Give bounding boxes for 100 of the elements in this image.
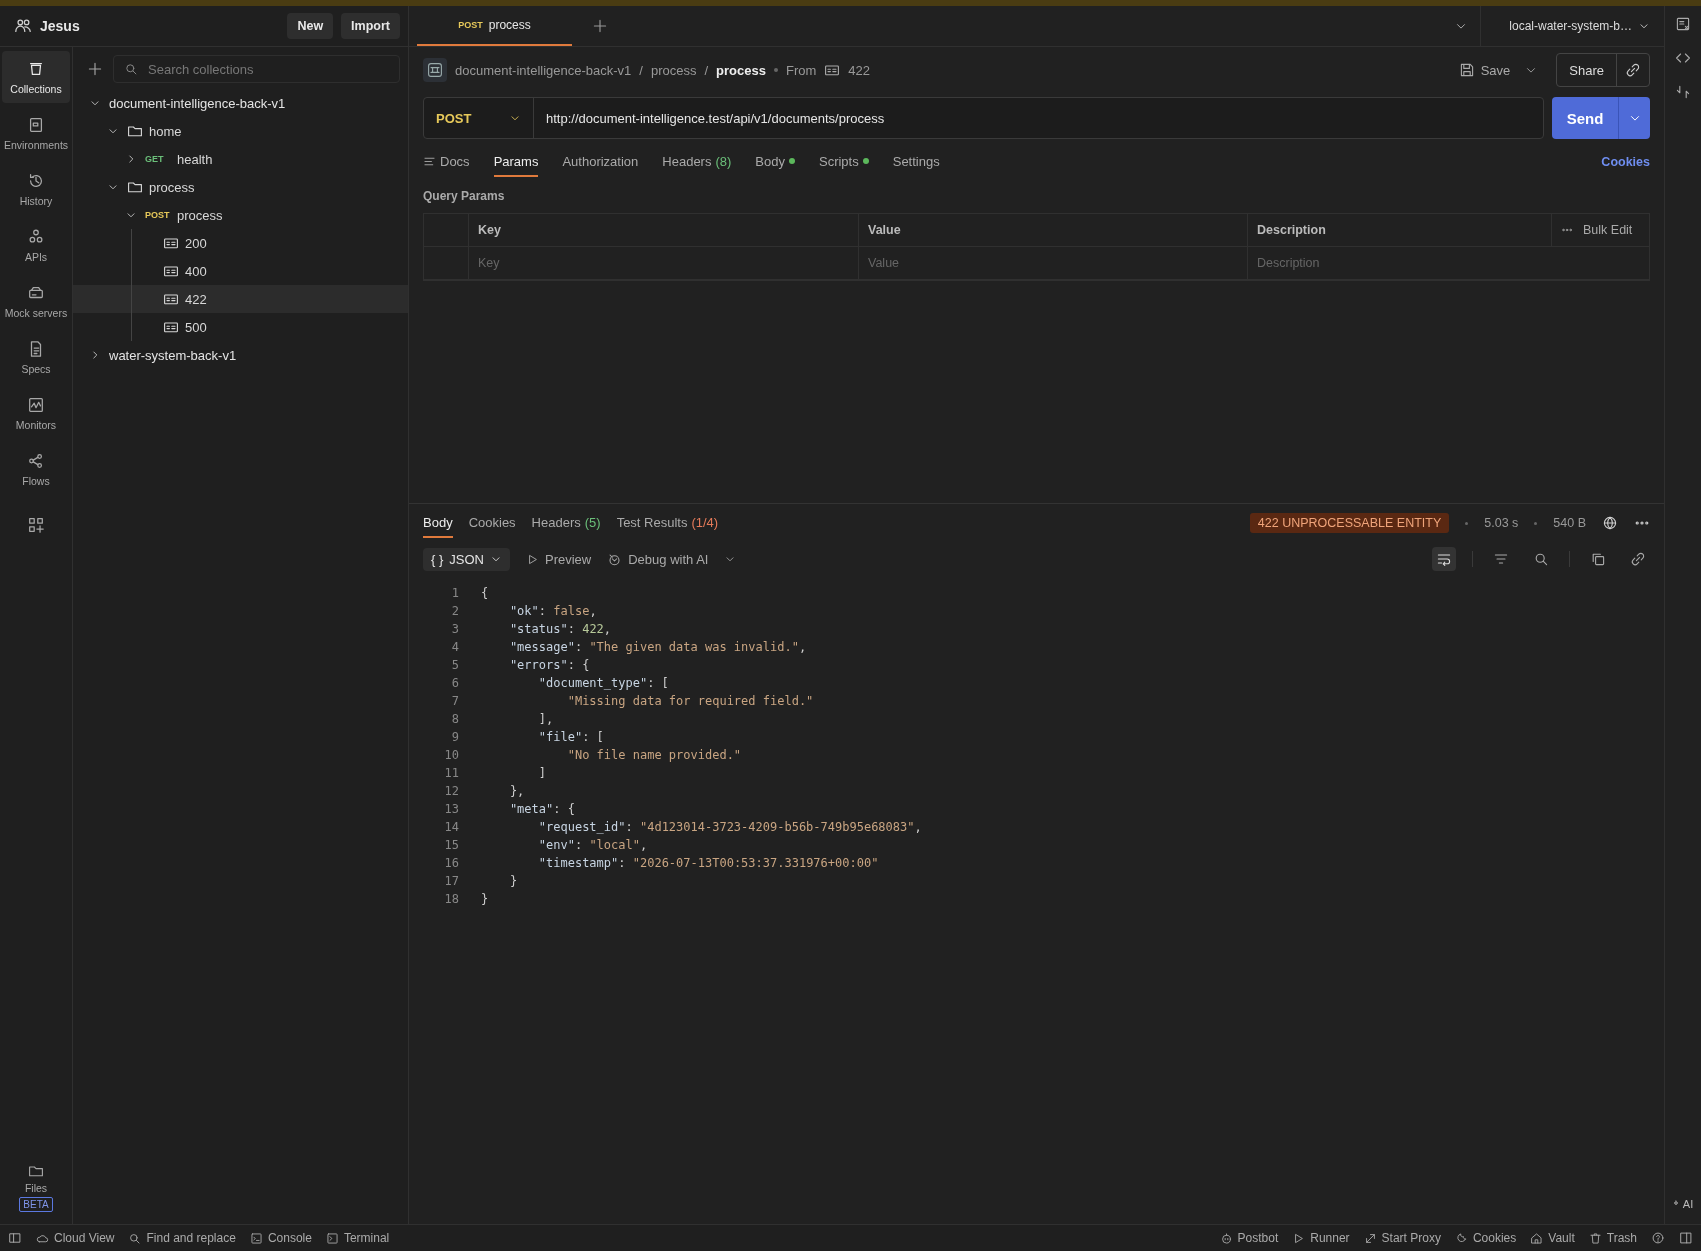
- plus-icon[interactable]: [592, 18, 608, 34]
- folder-icon[interactable]: [28, 1163, 44, 1179]
- status-bar-item[interactable]: Runner: [1292, 1231, 1350, 1245]
- line-number: 15: [443, 837, 459, 854]
- link-icon[interactable]: [1625, 62, 1641, 78]
- status-badge: 422 UNPROCESSABLE ENTITY: [1249, 513, 1450, 533]
- code-line: }: [508, 873, 519, 890]
- code-line: },: [508, 783, 526, 800]
- help-icon[interactable]: [1651, 1231, 1665, 1245]
- tree-item[interactable]: 400: [73, 257, 408, 285]
- tree-label: process: [149, 179, 195, 195]
- bot-icon: [1219, 1231, 1233, 1245]
- url-field[interactable]: http://document-intelligence.test/api/v1/documents/process: [534, 98, 1543, 138]
- nodes-icon: [27, 451, 45, 470]
- variables-icon[interactable]: [1675, 16, 1691, 32]
- wrap-icon[interactable]: [1436, 551, 1452, 567]
- status-bar-item[interactable]: Cloud View: [36, 1231, 115, 1245]
- arrows-icon[interactable]: [1675, 84, 1691, 100]
- tree-item[interactable]: 200: [73, 229, 408, 257]
- breadcrumb-item[interactable]: process: [716, 62, 766, 78]
- code-line: "request_id": "4d123014-3723-4209-b56b-749b95e68083",: [537, 819, 922, 836]
- line-number: 9: [450, 729, 459, 746]
- format-select[interactable]: { } JSON: [423, 547, 510, 571]
- save-button[interactable]: Save: [1452, 61, 1517, 79]
- response-tab[interactable]: Cookies: [468, 508, 516, 538]
- rail-item[interactable]: Specs: [2, 331, 70, 383]
- rail-item[interactable]: Mock servers: [2, 275, 70, 327]
- request-option-tab[interactable]: Scripts: [819, 147, 869, 177]
- breadcrumb-separator: /: [704, 62, 709, 78]
- tree-label: process: [177, 207, 223, 223]
- request-option-tab[interactable]: Params: [493, 147, 539, 177]
- sidebar-icon[interactable]: [8, 1231, 22, 1245]
- rail-item[interactable]: Flows: [2, 443, 70, 495]
- rail-item[interactable]: History: [2, 163, 70, 215]
- search-icon[interactable]: [1533, 551, 1549, 567]
- copy-icon[interactable]: [1590, 551, 1606, 567]
- request-option-tab[interactable]: Body: [755, 147, 795, 177]
- ai-button[interactable]: AI: [1672, 1198, 1694, 1210]
- search-field[interactable]: Search collections: [113, 55, 400, 83]
- breadcrumb-separator: /: [639, 62, 643, 78]
- tree-item[interactable]: POST process: [73, 201, 408, 229]
- breadcrumb-item[interactable]: document-intelligence-back-v1: [455, 62, 632, 78]
- rail-item[interactable]: APIs: [2, 219, 70, 271]
- status-bar-item[interactable]: Start Proxy: [1363, 1231, 1441, 1245]
- arrows-icon: [1363, 1231, 1377, 1245]
- url-bar[interactable]: POST http://document-intelligence.test/api/v1/documents/process: [423, 97, 1544, 139]
- tree-item[interactable]: 500: [73, 313, 408, 341]
- status-bar-item[interactable]: Postbot: [1219, 1231, 1279, 1245]
- response-tab[interactable]: Headers (5): [531, 508, 601, 538]
- request-option-tab[interactable]: Authorization: [562, 147, 639, 177]
- request-tab[interactable]: POST process: [417, 6, 572, 46]
- code-line: "status": 422,: [508, 621, 613, 638]
- status-bar-item[interactable]: Find and replace: [128, 1231, 236, 1245]
- search-icon: [124, 62, 138, 76]
- request-option-tab[interactable]: Headers (8): [662, 147, 732, 177]
- line-number: 12: [443, 783, 459, 800]
- code-line: }: [481, 891, 490, 908]
- tree-item[interactable]: water-system-back-v1: [73, 341, 408, 369]
- filter-icon[interactable]: [1493, 551, 1509, 567]
- globe-icon[interactable]: [1602, 515, 1618, 531]
- rail-item[interactable]: Collections: [2, 51, 70, 103]
- line-number: 6: [450, 675, 459, 692]
- request-option-tab[interactable]: Docs: [423, 147, 470, 177]
- status-bar-item[interactable]: Cookies: [1454, 1231, 1517, 1245]
- response-tab[interactable]: Test Results (1/4): [616, 508, 719, 538]
- status-bar-item[interactable]: Trash: [1588, 1231, 1637, 1245]
- preview-button[interactable]: Preview: [525, 551, 592, 567]
- layout-icon[interactable]: [1679, 1231, 1693, 1245]
- environment-select[interactable]: local-water-system-b…: [1480, 6, 1664, 46]
- bulk-edit-button[interactable]: Bulk Edit: [1551, 214, 1649, 247]
- status-bar-item[interactable]: Console: [249, 1231, 312, 1245]
- status-bar-item[interactable]: Terminal: [325, 1231, 390, 1245]
- column-header: Description: [1247, 214, 1551, 247]
- tree-item[interactable]: process: [73, 173, 408, 201]
- breadcrumb-item[interactable]: process: [650, 62, 697, 78]
- link-icon[interactable]: [1630, 551, 1646, 567]
- rail-item[interactable]: Monitors: [2, 387, 70, 439]
- code-line: "file": [: [537, 729, 605, 746]
- rail-item[interactable]: Environments: [2, 107, 70, 159]
- search-input[interactable]: Search collections: [146, 60, 389, 78]
- status-bar-item[interactable]: Vault: [1530, 1231, 1575, 1245]
- header-button[interactable]: New: [287, 13, 334, 39]
- from-example[interactable]: 422: [848, 62, 870, 78]
- tree-item[interactable]: GET health: [73, 145, 408, 173]
- code-icon[interactable]: [1675, 50, 1691, 66]
- request-option-tab[interactable]: Settings: [892, 147, 940, 177]
- send-button[interactable]: Send: [1552, 97, 1618, 139]
- response-tab[interactable]: Body: [423, 508, 453, 538]
- tree-item[interactable]: home: [73, 117, 408, 145]
- method-select[interactable]: POST: [424, 98, 534, 138]
- folder-icon: [127, 123, 143, 139]
- header-button[interactable]: Import: [341, 13, 400, 39]
- line-number: 7: [450, 693, 459, 710]
- tree-item[interactable]: 422: [73, 285, 408, 313]
- debug-button[interactable]: Debug with AI: [607, 551, 709, 567]
- code-line: "message": "The given data was invalid.",: [508, 639, 808, 656]
- plus-icon[interactable]: [87, 61, 103, 77]
- cookies-link[interactable]: Cookies: [1601, 155, 1650, 169]
- tree-item[interactable]: document-intelligence-back-v1: [73, 89, 408, 117]
- add-grid-icon[interactable]: [27, 516, 45, 534]
